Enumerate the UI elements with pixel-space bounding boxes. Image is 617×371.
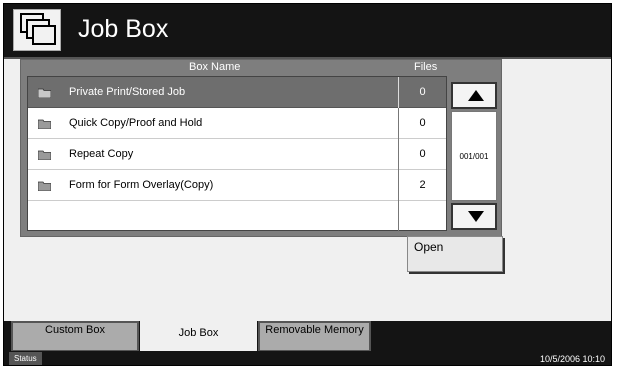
open-button[interactable]: Open (407, 236, 503, 272)
scroll-up-button[interactable] (451, 82, 497, 109)
tab-removable-memory[interactable]: Removable Memory (258, 321, 371, 352)
status-bar: Status 10/5/2006 10:10 (4, 351, 611, 365)
list-row-private-print[interactable]: Private Print/Stored Job 0 (28, 77, 446, 108)
folder-icon (38, 88, 51, 98)
row-name: Private Print/Stored Job (69, 86, 186, 98)
box-list-panel: Box Name Files Private Print/Stored Job … (20, 59, 502, 237)
row-name: Quick Copy/Proof and Hold (69, 117, 203, 129)
box-list: Private Print/Stored Job 0 Quick Copy/Pr… (27, 76, 447, 232)
row-files: 0 (398, 77, 446, 108)
row-name: Repeat Copy (69, 148, 134, 160)
row-files: 2 (398, 170, 446, 201)
list-scroll-controls: 001/001 (449, 79, 499, 232)
list-row-quick-copy[interactable]: Quick Copy/Proof and Hold 0 (28, 108, 446, 139)
scroll-down-button[interactable] (451, 203, 497, 230)
stacked-windows-icon (13, 9, 61, 51)
date-time: 10/5/2006 10:10 (539, 354, 605, 364)
page-indicator: 001/001 (451, 111, 497, 201)
row-files (398, 201, 446, 232)
list-header: Box Name Files (21, 60, 501, 75)
status-button[interactable]: Status (9, 352, 42, 365)
list-row-repeat-copy[interactable]: Repeat Copy 0 (28, 139, 446, 170)
list-row-form-overlay[interactable]: Form for Form Overlay(Copy) 2 (28, 170, 446, 201)
title-bar: Job Box (4, 4, 611, 59)
tab-custom-box[interactable]: Custom Box (11, 321, 139, 352)
box-tabs: Custom Box Job Box Removable Memory (4, 321, 611, 352)
tab-job-box[interactable]: Job Box (140, 321, 257, 352)
job-box-screen: Job Box Box Name Files Private Print/Sto… (3, 3, 612, 366)
row-files: 0 (398, 139, 446, 170)
folder-icon (38, 150, 51, 160)
tab-label: Job Box (178, 327, 219, 339)
arrow-down-icon (468, 211, 484, 222)
column-header-box-name: Box Name (189, 61, 241, 73)
open-button-label: Open (414, 240, 444, 254)
tab-label: Custom Box (45, 324, 105, 336)
folder-icon (38, 119, 51, 129)
row-files: 0 (398, 108, 446, 139)
folder-icon (38, 181, 51, 191)
arrow-up-icon (468, 90, 484, 101)
page-title: Job Box (78, 15, 169, 43)
tab-label: Removable Memory (265, 324, 364, 336)
column-header-files: Files (414, 61, 438, 73)
list-row-empty (28, 201, 446, 232)
row-name: Form for Form Overlay(Copy) (69, 179, 214, 191)
